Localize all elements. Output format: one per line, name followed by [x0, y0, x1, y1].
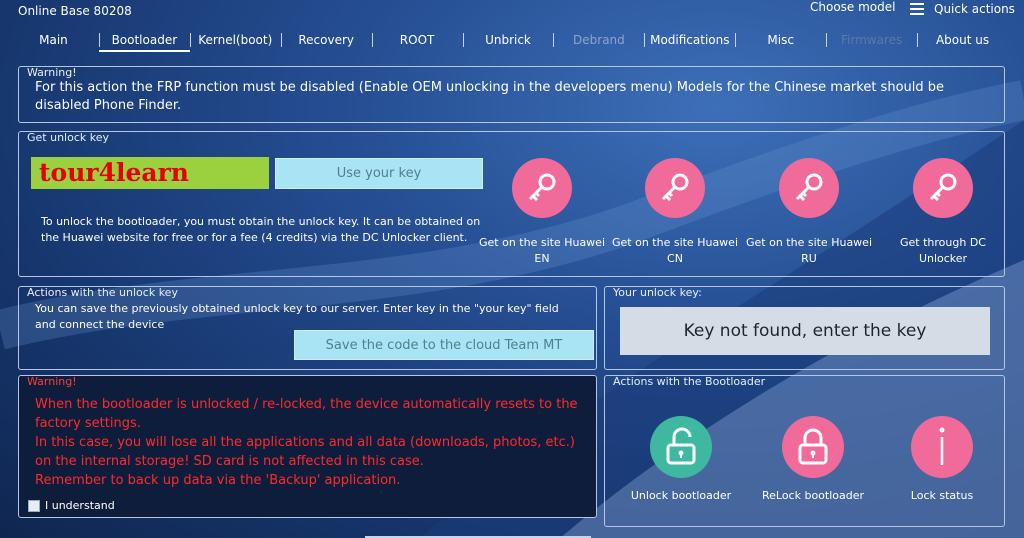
- your-key-title: Your unlock key:: [613, 286, 702, 299]
- tab-debrand[interactable]: Debrand: [553, 30, 644, 52]
- lock-status-button[interactable]: Lock status: [877, 416, 1007, 502]
- checkbox-box[interactable]: [28, 499, 40, 512]
- relock-bootloader-button[interactable]: ReLock bootloader: [748, 416, 878, 502]
- key-icon: [512, 158, 572, 218]
- reset-warning-title: Warning!: [27, 375, 77, 388]
- get-key-huawei-cn-button[interactable]: Get on the site Huawei CN: [610, 158, 740, 267]
- bootloader-panel-title: Actions with the Bootloader: [613, 375, 766, 388]
- warning-line: When the bootloader is unlocked / re-loc…: [35, 397, 578, 431]
- site-label: Get on the site Huawei RU: [745, 236, 873, 265]
- your-unlock-key-panel: Your unlock key: Key not found, enter th…: [604, 286, 1005, 370]
- lock-icon: [782, 416, 844, 478]
- get-unlock-key-panel: Get unlock key tour4learn Use your key T…: [18, 131, 1005, 277]
- unlock-key-field[interactable]: tour4learn: [31, 157, 269, 189]
- save-description: You can save the previously obtained unl…: [35, 302, 559, 331]
- lock-status-label: Lock status: [910, 489, 974, 502]
- unlock-panel-title: Get unlock key: [27, 131, 110, 144]
- reset-warning-text: When the bootloader is unlocked / re-loc…: [35, 395, 585, 490]
- tab-kernel-boot[interactable]: Kernel(boot): [189, 30, 281, 52]
- key-status-field[interactable]: Key not found, enter the key: [620, 307, 990, 355]
- warning-line: Remember to back up data via the 'Backup…: [35, 473, 401, 488]
- info-icon: [911, 416, 973, 478]
- key-icon: [779, 158, 839, 218]
- site-label: Get on the site Huawei CN: [611, 236, 739, 265]
- key-icon: [913, 158, 973, 218]
- warning-title: Warning!: [27, 66, 77, 79]
- unlock-key-actions-panel: Actions with the unlock key You can save…: [18, 286, 597, 370]
- title-bar: Online Base 80208 Choose model Quick act…: [0, 0, 1024, 26]
- menu-icon: [910, 3, 924, 15]
- key-icon: [645, 158, 705, 218]
- app-title: Online Base 80208: [18, 4, 132, 18]
- tab-misc[interactable]: Misc: [735, 30, 826, 52]
- tab-firmwares[interactable]: Firmwares: [826, 30, 917, 52]
- unlock-bootloader-button[interactable]: Unlock bootloader: [616, 416, 746, 502]
- warning-panel: Warning! For this action the FRP functio…: [18, 66, 1005, 123]
- relock-bootloader-label: ReLock bootloader: [761, 489, 865, 502]
- get-key-huawei-ru-button[interactable]: Get on the site Huawei RU: [744, 158, 874, 267]
- get-key-dc-unlocker-button[interactable]: Get through DC Unlocker: [878, 158, 1008, 267]
- unlock-bootloader-label: Unlock bootloader: [630, 489, 732, 502]
- save-to-cloud-button[interactable]: Save the code to the cloud Team MT: [294, 330, 594, 360]
- choose-model-link[interactable]: Choose model: [810, 0, 895, 14]
- site-label: Get through DC Unlocker: [900, 236, 986, 265]
- bootloader-actions-panel: Actions with the Bootloader Unlock bootl…: [604, 375, 1005, 527]
- tab-about-us[interactable]: About us: [917, 30, 1008, 52]
- checkbox-label: I understand: [45, 499, 115, 512]
- use-your-key-button[interactable]: Use your key: [275, 158, 483, 189]
- tab-main[interactable]: Main: [8, 30, 99, 52]
- tab-bootloader[interactable]: Bootloader: [98, 30, 190, 52]
- main-tabs: Main Bootloader Kernel(boot) Recovery RO…: [8, 30, 1008, 52]
- site-label: Get on the site Huawei EN: [478, 236, 606, 265]
- i-understand-checkbox[interactable]: I understand: [28, 499, 115, 512]
- quick-actions-label: Quick actions: [934, 2, 1015, 16]
- warning-line: In this case, you will lose all the appl…: [35, 435, 575, 469]
- quick-actions-button[interactable]: Quick actions: [910, 2, 1015, 16]
- tab-recovery[interactable]: Recovery: [280, 30, 372, 52]
- save-panel-title: Actions with the unlock key: [27, 286, 178, 299]
- tab-root[interactable]: ROOT: [371, 30, 463, 52]
- tab-modifications[interactable]: Modifications: [644, 30, 735, 52]
- unlock-description: To unlock the bootloader, you must obtai…: [41, 215, 481, 244]
- tab-unbrick[interactable]: Unbrick: [462, 30, 554, 52]
- reset-warning-panel: Warning! When the bootloader is unlocked…: [18, 375, 597, 518]
- unlock-icon: [650, 416, 712, 478]
- get-key-huawei-en-button[interactable]: Get on the site Huawei EN: [477, 158, 607, 267]
- warning-text: For this action the FRP function must be…: [35, 80, 945, 113]
